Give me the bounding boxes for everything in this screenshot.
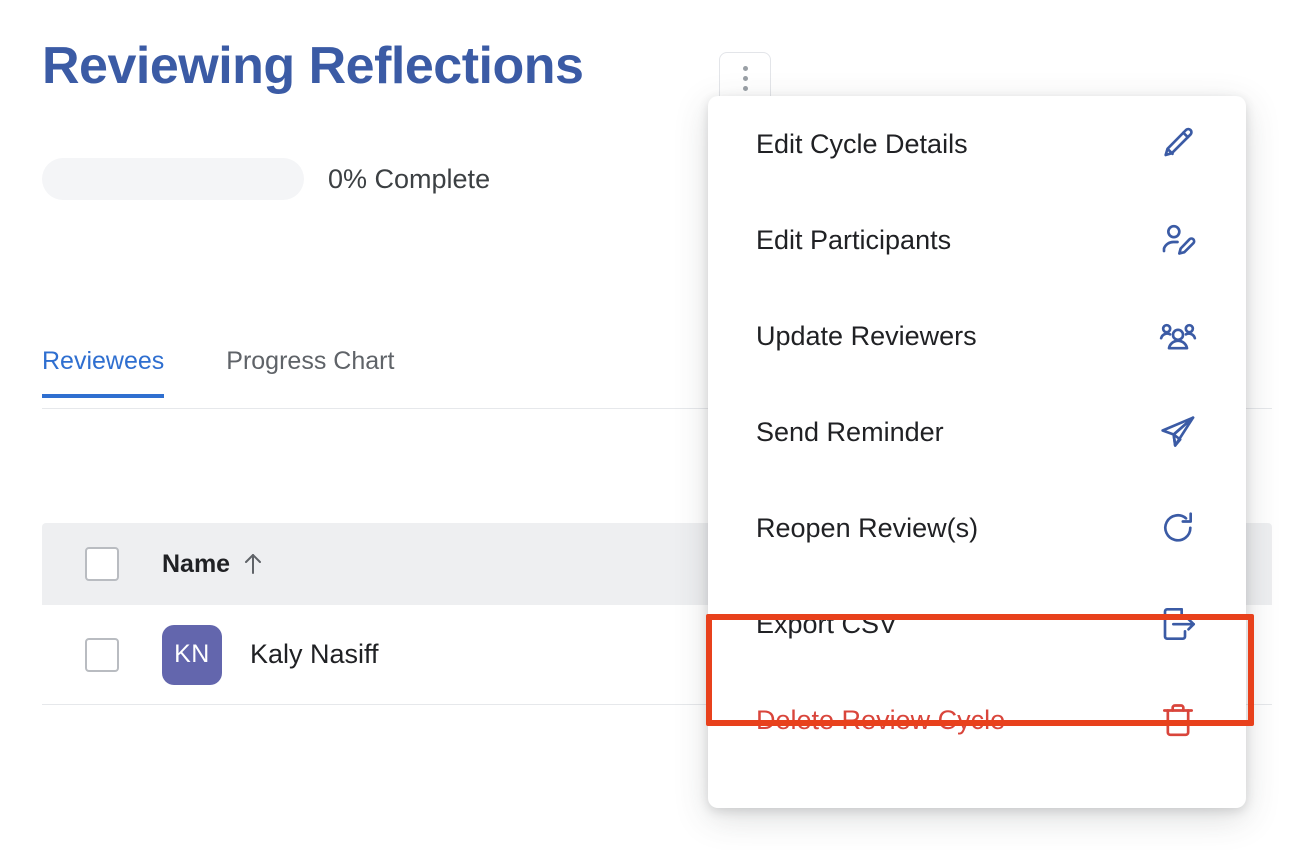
select-all-checkbox[interactable] <box>85 547 119 581</box>
progress-bar <box>42 158 304 200</box>
more-vertical-icon-dot <box>743 76 748 81</box>
people-group-icon <box>1156 314 1200 358</box>
reviewee-name: Kaly Nasiff <box>250 639 379 670</box>
menu-item-edit-participants[interactable]: Edit Participants <box>708 192 1246 288</box>
refresh-icon <box>1156 506 1200 550</box>
row-select-cell[interactable] <box>42 638 162 672</box>
more-vertical-icon-dot <box>743 86 748 91</box>
menu-item-label: Export CSV <box>756 609 897 640</box>
row-name-cell: KN Kaly Nasiff <box>162 625 379 685</box>
menu-item-label: Edit Participants <box>756 225 951 256</box>
progress-row: 0% Complete <box>42 158 490 200</box>
person-edit-icon <box>1156 218 1200 262</box>
page-title: Reviewing Reflections <box>42 38 583 95</box>
menu-item-label: Edit Cycle Details <box>756 129 968 160</box>
menu-item-reopen-reviews[interactable]: Reopen Review(s) <box>708 480 1246 576</box>
avatar: KN <box>162 625 222 685</box>
pencil-icon <box>1156 122 1200 166</box>
menu-item-send-reminder[interactable]: Send Reminder <box>708 384 1246 480</box>
row-checkbox[interactable] <box>85 638 119 672</box>
paper-plane-icon <box>1156 410 1200 454</box>
arrow-up-icon <box>242 552 264 576</box>
file-export-icon <box>1156 602 1200 646</box>
tab-bar: Reviewees Progress Chart <box>42 347 456 398</box>
select-all-cell[interactable] <box>42 547 162 581</box>
menu-item-label: Send Reminder <box>756 417 944 448</box>
name-column-label: Name <box>162 550 230 579</box>
tab-progress-chart[interactable]: Progress Chart <box>226 347 394 398</box>
menu-item-edit-cycle-details[interactable]: Edit Cycle Details <box>708 96 1246 192</box>
menu-item-label: Update Reviewers <box>756 321 977 352</box>
menu-item-delete-review-cycle[interactable]: Delete Review Cycle <box>708 672 1246 768</box>
name-column-header[interactable]: Name <box>162 550 264 579</box>
trash-icon <box>1156 698 1200 742</box>
tab-reviewees[interactable]: Reviewees <box>42 347 164 398</box>
menu-item-export-csv[interactable]: Export CSV <box>708 576 1246 672</box>
more-vertical-icon-dot <box>743 66 748 71</box>
progress-label: 0% Complete <box>328 164 490 195</box>
menu-item-update-reviewers[interactable]: Update Reviewers <box>708 288 1246 384</box>
menu-item-label: Reopen Review(s) <box>756 513 978 544</box>
cycle-actions-menu: Edit Cycle Details Edit Participants <box>708 96 1246 808</box>
app-root: Reviewing Reflections 0% Complete Review… <box>0 0 1300 850</box>
menu-item-label: Delete Review Cycle <box>756 705 1005 736</box>
